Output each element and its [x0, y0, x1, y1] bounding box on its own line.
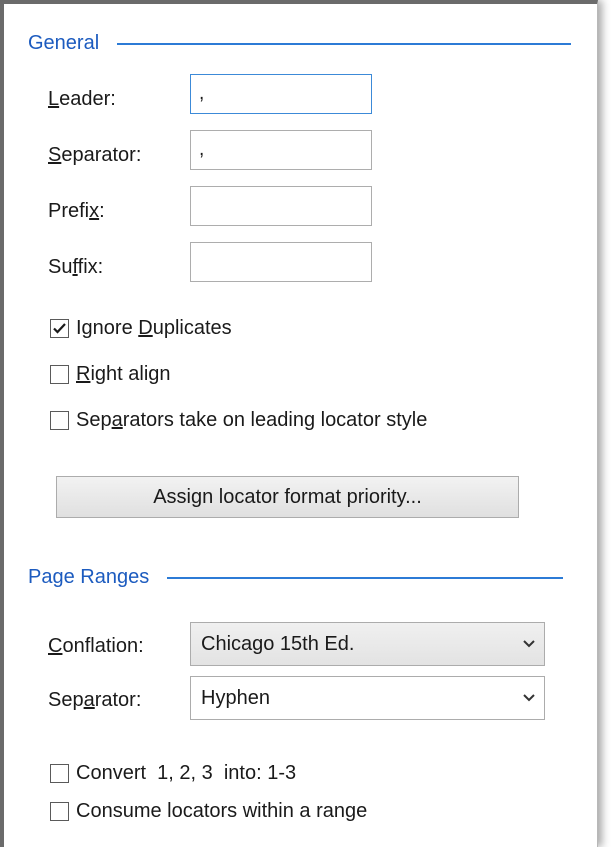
consume-row[interactable]: Consume locators within a range: [50, 800, 367, 823]
range-separator-label: Separator:: [48, 689, 142, 711]
ignore-duplicates-row[interactable]: Ignore Duplicates: [50, 317, 232, 340]
page-ranges-header-label: Page Ranges: [28, 566, 150, 588]
ignore-duplicates-label: Ignore Duplicates: [76, 317, 232, 339]
convert-row[interactable]: Convert 1, 2, 3 into: 1-3: [50, 762, 296, 785]
page-ranges-header-rule: [167, 576, 564, 579]
convert-checkbox[interactable]: [50, 764, 69, 783]
right-align-checkbox[interactable]: [50, 365, 69, 384]
general-header-label: General: [28, 32, 100, 54]
conflation-dropdown[interactable]: Chicago 15th Ed.: [190, 622, 545, 666]
conflation-selected-value: Chicago 15th Ed.: [201, 632, 355, 655]
separators-style-row[interactable]: Separators take on leading locator style: [50, 409, 427, 432]
convert-label: Convert 1, 2, 3 into: 1-3: [76, 762, 297, 784]
separator-label: Separator:: [48, 144, 142, 166]
general-header-rule: [117, 42, 572, 45]
chevron-down-icon: [514, 623, 544, 665]
separator-input[interactable]: ,: [190, 130, 372, 170]
separators-style-label: Separators take on leading locator style: [76, 409, 428, 431]
consume-label: Consume locators within a range: [76, 800, 368, 822]
leader-label: Leader:: [48, 88, 116, 110]
range-separator-dropdown[interactable]: Hyphen: [190, 676, 545, 720]
prefix-input[interactable]: [190, 186, 372, 226]
leader-input[interactable]: ,: [190, 74, 372, 114]
separator-input-value: ,: [199, 139, 205, 160]
consume-checkbox[interactable]: [50, 802, 69, 821]
page-ranges-section-header: Page Ranges: [28, 566, 600, 589]
range-separator-selected-value: Hyphen: [201, 686, 270, 709]
checkmark-icon: [53, 323, 66, 334]
assign-locator-format-priority-button[interactable]: Assign locator format priority...: [56, 476, 519, 518]
separators-style-checkbox[interactable]: [50, 411, 69, 430]
right-align-label: Right align: [76, 363, 171, 385]
suffix-label: Suffix:: [48, 256, 104, 278]
chevron-down-icon: [514, 677, 544, 719]
general-section-header: General: [28, 32, 600, 55]
conflation-label: Conflation:: [48, 635, 144, 657]
right-align-row[interactable]: Right align: [50, 363, 171, 386]
leader-input-value: ,: [199, 83, 205, 104]
suffix-input[interactable]: [190, 242, 372, 282]
ignore-duplicates-checkbox[interactable]: [50, 319, 69, 338]
prefix-label: Prefix:: [48, 200, 105, 222]
options-panel: General Leader: , Separator: , Prefix: S…: [0, 0, 598, 847]
